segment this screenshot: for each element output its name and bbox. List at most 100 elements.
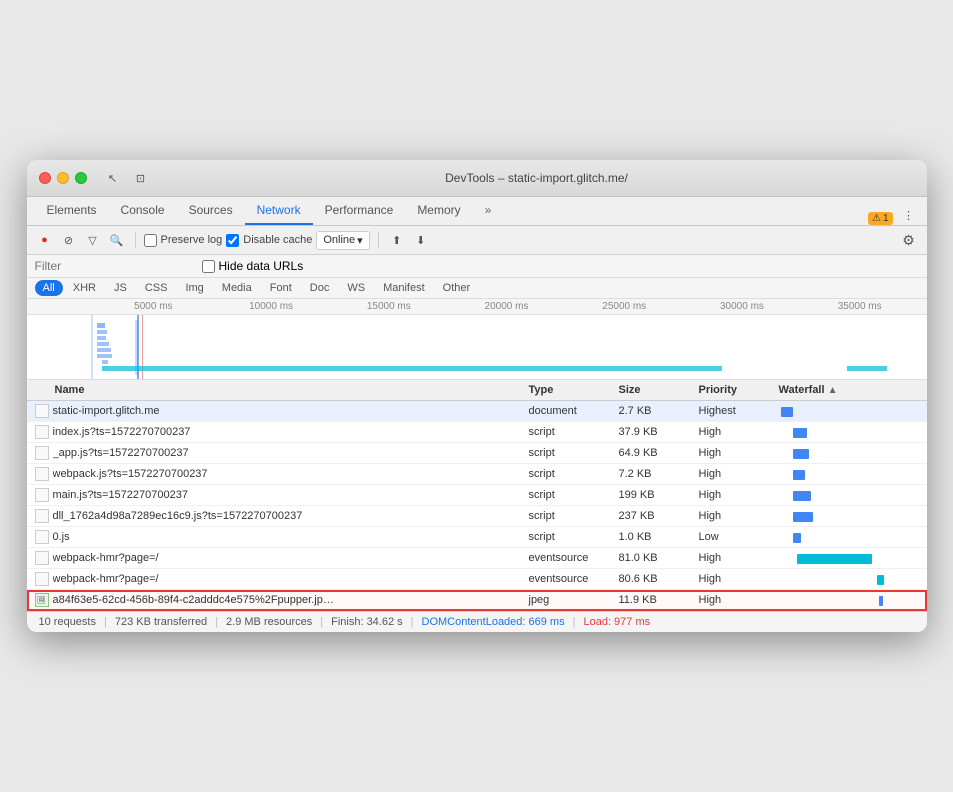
row-waterfall-7 [779, 552, 899, 564]
chevron-down-icon: ▾ [357, 234, 363, 247]
waterfall-bar [879, 596, 883, 606]
row-name-8: webpack-hmr?page=/ [35, 572, 529, 586]
row-size-0: 2.7 KB [619, 405, 699, 417]
waterfall-bar [793, 491, 811, 501]
ruler-mark-2: 10000 ms [212, 301, 330, 312]
separator-1 [135, 232, 136, 248]
col-header-priority: Priority [699, 384, 779, 396]
network-toolbar: ● ⊘ ▽ 🔍 Preserve log Disable cache Onlin… [27, 226, 927, 255]
row-waterfall-3 [779, 468, 899, 480]
table-row-highlighted[interactable]: 🖼 a84f63e5-62cd-456b-89f4-c2adddc4e575%2… [27, 590, 927, 611]
row-priority-6: Low [699, 531, 779, 543]
tab-performance[interactable]: Performance [313, 197, 406, 225]
upload-button[interactable]: ⬆ [387, 230, 407, 250]
disable-cache-label[interactable]: Disable cache [226, 234, 312, 247]
record-button[interactable]: ● [35, 230, 55, 250]
warning-count: 1 [883, 213, 889, 224]
type-btn-all[interactable]: All [35, 280, 63, 296]
table-row[interactable]: main.js?ts=1572270700237 script 199 KB H… [27, 485, 927, 506]
sep-4: | [411, 616, 414, 628]
row-priority-5: High [699, 510, 779, 522]
close-button[interactable] [39, 172, 51, 184]
row-name-2: _app.js?ts=1572270700237 [35, 446, 529, 460]
doc-icon [35, 446, 49, 460]
type-btn-img[interactable]: Img [177, 280, 211, 296]
settings-button[interactable]: ⚙ [899, 230, 919, 250]
type-btn-xhr[interactable]: XHR [65, 280, 104, 296]
row-waterfall-8 [779, 573, 899, 585]
row-name-0: static-import.glitch.me [35, 404, 529, 418]
doc-icon [35, 425, 49, 439]
minimize-button[interactable] [57, 172, 69, 184]
tab-elements[interactable]: Elements [35, 197, 109, 225]
row-size-4: 199 KB [619, 489, 699, 501]
hide-data-urls-checkbox[interactable] [202, 260, 215, 273]
col-header-type: Type [529, 384, 619, 396]
table-row[interactable]: index.js?ts=1572270700237 script 37.9 KB… [27, 422, 927, 443]
tab-console[interactable]: Console [109, 197, 177, 225]
clear-button[interactable]: ⊘ [59, 230, 79, 250]
filter-input[interactable] [35, 259, 190, 273]
devtools-window: ↖ ⊡ DevTools – static-import.glitch.me/ … [27, 160, 927, 632]
row-size-6: 1.0 KB [619, 531, 699, 543]
waterfall-bar [793, 428, 807, 438]
row-priority-1: High [699, 426, 779, 438]
row-type-7: eventsource [529, 552, 619, 564]
table-row[interactable]: webpack-hmr?page=/ eventsource 80.6 KB H… [27, 569, 927, 590]
inspect-button[interactable]: ⊡ [131, 168, 151, 188]
tab-sources[interactable]: Sources [177, 197, 245, 225]
cursor-tool-button[interactable]: ↖ [103, 168, 123, 188]
row-type-6: script [529, 531, 619, 543]
row-name-6: 0.js [35, 530, 529, 544]
type-btn-js[interactable]: JS [106, 280, 135, 296]
throttle-select[interactable]: Online ▾ [316, 231, 369, 250]
table-row[interactable]: 0.js script 1.0 KB Low [27, 527, 927, 548]
status-bar: 10 requests | 723 KB transferred | 2.9 M… [27, 611, 927, 632]
type-btn-doc[interactable]: Doc [302, 280, 338, 296]
warning-icon: ⚠ [872, 213, 881, 224]
maximize-button[interactable] [75, 172, 87, 184]
search-button[interactable]: 🔍 [107, 230, 127, 250]
traffic-lights [39, 172, 87, 184]
tab-memory[interactable]: Memory [405, 197, 472, 225]
table-row[interactable]: _app.js?ts=1572270700237 script 64.9 KB … [27, 443, 927, 464]
table-row[interactable]: static-import.glitch.me document 2.7 KB … [27, 401, 927, 422]
row-priority-7: High [699, 552, 779, 564]
table-header: Name Type Size Priority Waterfall ▲ [27, 380, 927, 401]
download-button[interactable]: ⬇ [411, 230, 431, 250]
table-row[interactable]: dll_1762a4d98a7289ec16c9.js?ts=157227070… [27, 506, 927, 527]
row-size-7: 81.0 KB [619, 552, 699, 564]
row-priority-4: High [699, 489, 779, 501]
type-btn-media[interactable]: Media [214, 280, 260, 296]
table-row[interactable]: webpack-hmr?page=/ eventsource 81.0 KB H… [27, 548, 927, 569]
row-priority-2: High [699, 447, 779, 459]
ruler-mark-3: 15000 ms [330, 301, 448, 312]
row-name-1: index.js?ts=1572270700237 [35, 425, 529, 439]
filter-button[interactable]: ▽ [83, 230, 103, 250]
resources-size: 2.9 MB resources [226, 616, 312, 628]
tab-network[interactable]: Network [245, 197, 313, 225]
type-btn-ws[interactable]: WS [339, 280, 373, 296]
disable-cache-checkbox[interactable] [226, 234, 239, 247]
doc-icon [35, 404, 49, 418]
warning-badge[interactable]: ⚠ 1 [868, 212, 893, 225]
row-size-3: 7.2 KB [619, 468, 699, 480]
preserve-log-label[interactable]: Preserve log [144, 234, 223, 247]
doc-icon [35, 530, 49, 544]
row-name-5: dll_1762a4d98a7289ec16c9.js?ts=157227070… [35, 509, 529, 523]
type-btn-css[interactable]: CSS [137, 280, 176, 296]
type-btn-manifest[interactable]: Manifest [375, 280, 433, 296]
row-waterfall-6 [779, 531, 899, 543]
table-row[interactable]: webpack.js?ts=1572270700237 script 7.2 K… [27, 464, 927, 485]
waterfall-ruler: 5000 ms 10000 ms 15000 ms 20000 ms 25000… [27, 299, 927, 315]
waterfall-bar [793, 449, 809, 459]
sep-1: | [104, 616, 107, 628]
row-type-3: script [529, 468, 619, 480]
preserve-log-checkbox[interactable] [144, 234, 157, 247]
tab-more[interactable]: » [473, 197, 504, 225]
dom-content-loaded: DOMContentLoaded: 669 ms [422, 616, 565, 628]
col-header-waterfall: Waterfall ▲ [779, 384, 899, 396]
more-options-button[interactable]: ⋮ [899, 205, 919, 225]
type-btn-other[interactable]: Other [435, 280, 479, 296]
type-btn-font[interactable]: Font [262, 280, 300, 296]
